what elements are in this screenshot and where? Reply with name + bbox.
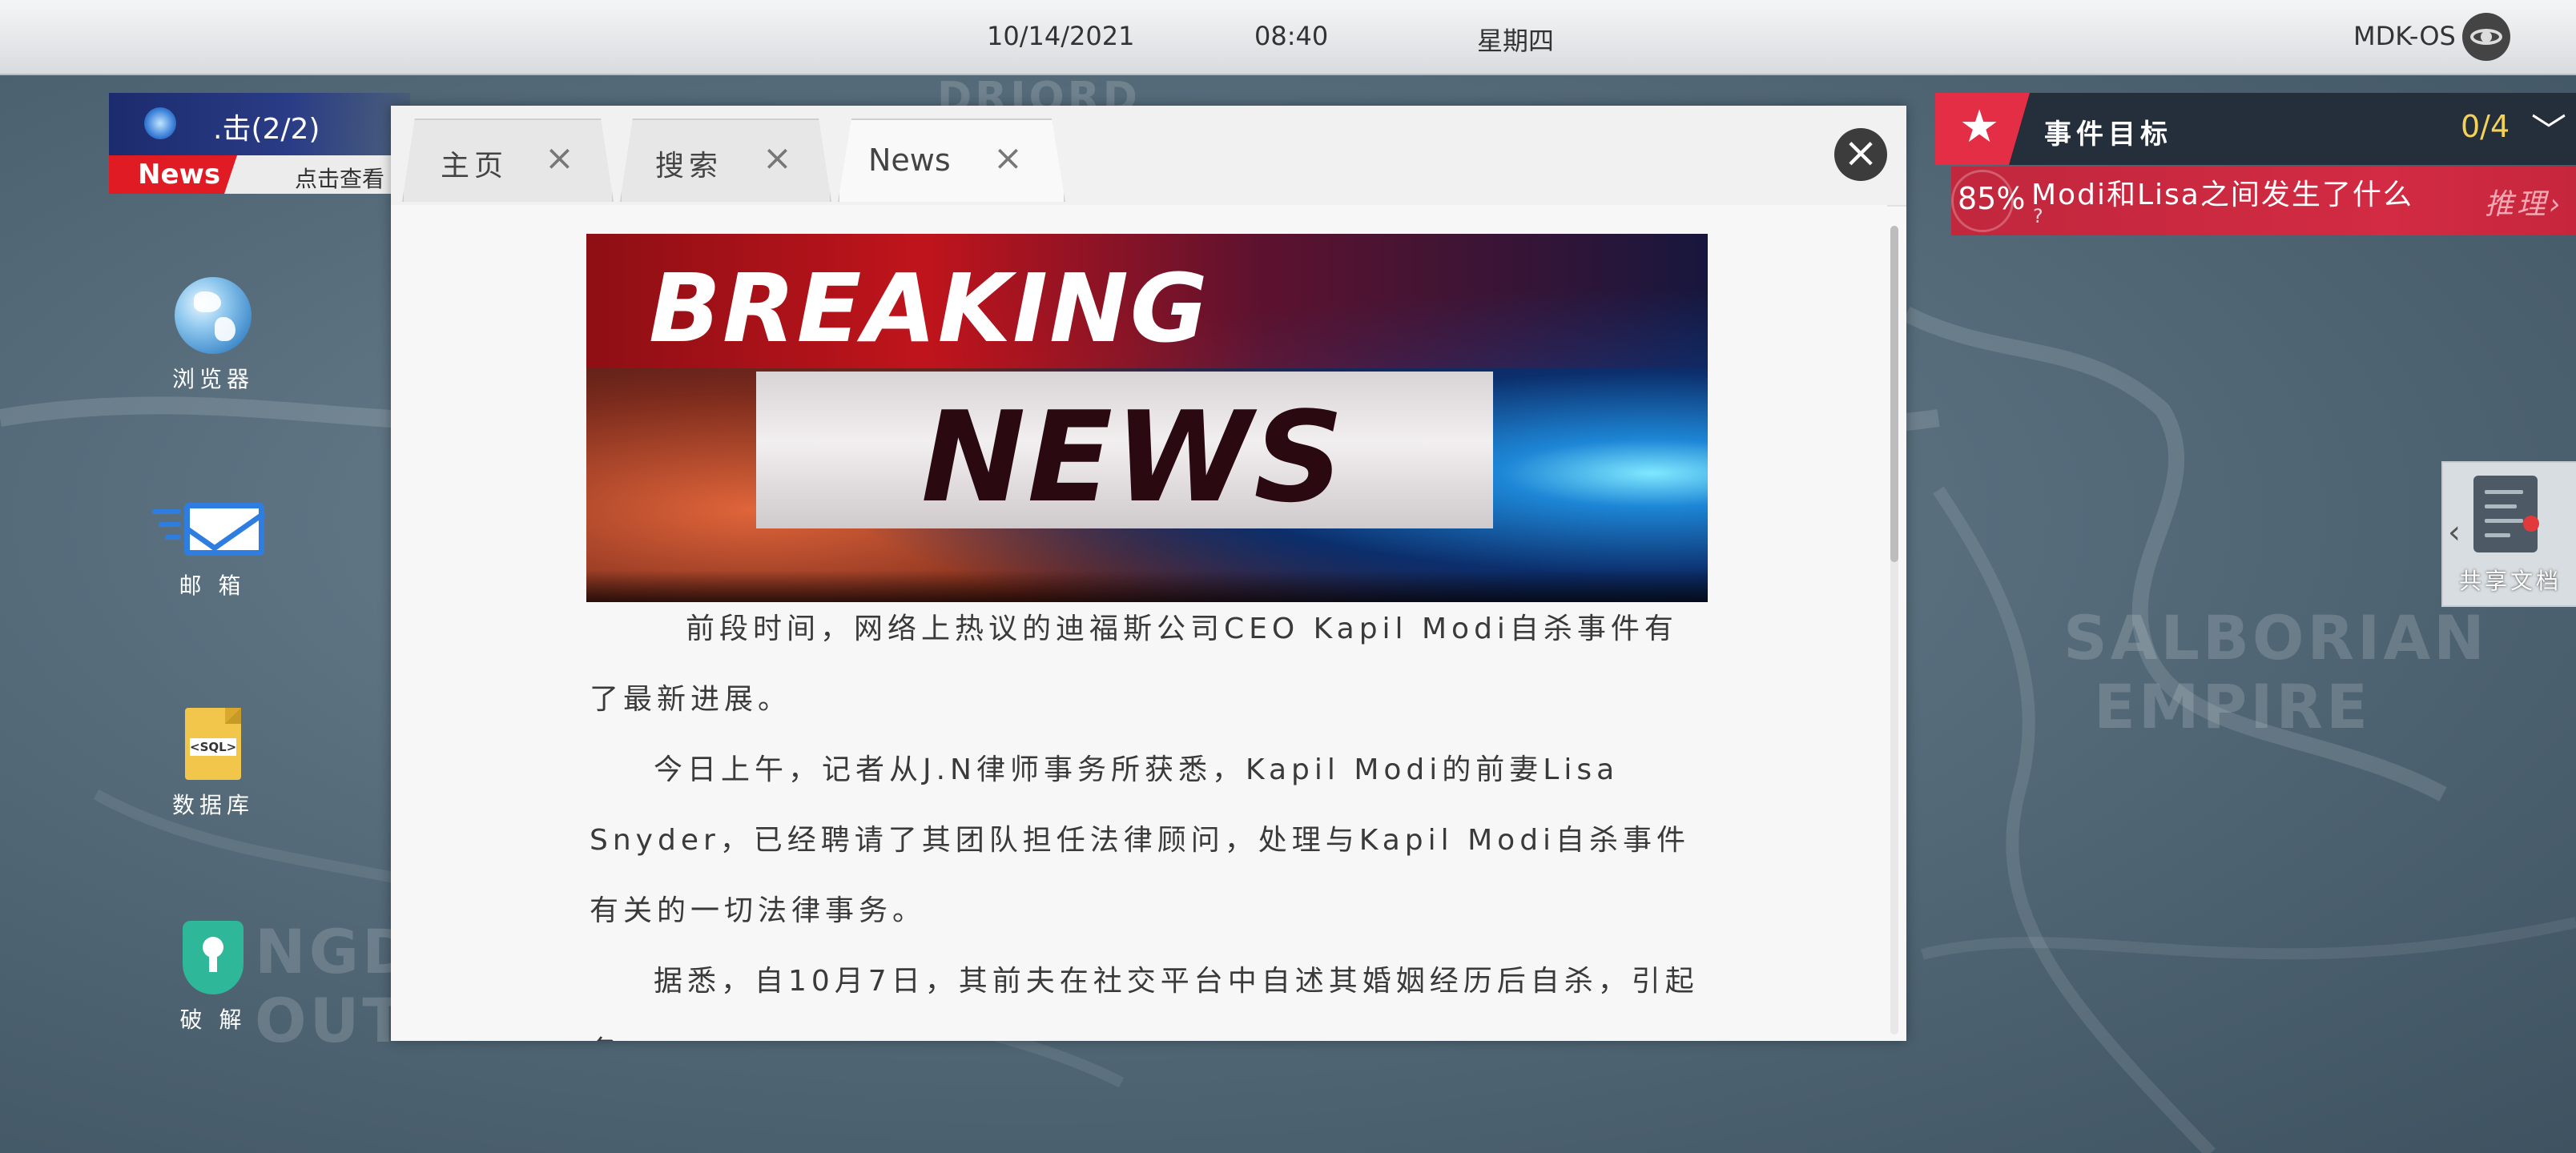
ticker-tag: News bbox=[109, 155, 237, 194]
close-window-button[interactable]: × bbox=[1834, 128, 1887, 181]
browser-window: 主页 × 搜索 × News × × BREAKING NEWS 前段时间，网络… bbox=[391, 106, 1906, 1041]
desktop-icon-label: 数据库 bbox=[171, 792, 254, 818]
article-paragraph-1: 前段时间，网络上热议的迪福斯公司CEO Kapil Modi自杀事件有了最新进展… bbox=[590, 613, 1678, 716]
breaking-news-banner: BREAKING NEWS bbox=[586, 234, 1708, 602]
document-icon bbox=[2473, 476, 2538, 552]
event-question: Modi和Lisa之间发生了什么 bbox=[2031, 179, 2413, 211]
mail-icon bbox=[152, 496, 272, 560]
event-target-header[interactable]: ★ 事件目标 0/4 ﹀ bbox=[1935, 93, 2576, 165]
chevron-down-icon[interactable]: ﹀ bbox=[2531, 102, 2566, 154]
desktop-icon-label: 浏览器 bbox=[171, 366, 254, 392]
event-target-count: 0/4 bbox=[2461, 109, 2510, 144]
chevron-left-icon[interactable]: ‹ bbox=[2448, 514, 2461, 551]
desktop-icon-crack[interactable]: 破 解 bbox=[157, 921, 269, 1034]
ticker-text: 点击查看 bbox=[295, 166, 385, 192]
os-eye-logo-icon[interactable] bbox=[2462, 13, 2510, 61]
desktop-icon-database[interactable]: <SQL> 数据库 bbox=[157, 708, 269, 820]
sql-file-icon: <SQL> bbox=[185, 708, 241, 780]
notification-dot-icon bbox=[2523, 516, 2539, 532]
banner-line-2: NEWS bbox=[921, 384, 1346, 530]
tab-label: 主页 bbox=[441, 150, 509, 183]
close-icon[interactable]: × bbox=[763, 138, 792, 179]
event-target-title: 事件目标 bbox=[2044, 119, 2172, 151]
star-icon: ★ bbox=[1935, 93, 2030, 165]
infer-button[interactable]: 推理› bbox=[2485, 181, 2563, 223]
tab-home[interactable]: 主页 × bbox=[402, 119, 614, 202]
ticker-title: .击(2/2) bbox=[213, 113, 320, 146]
ticker-header: .击(2/2) bbox=[109, 93, 410, 155]
scrollbar-thumb[interactable] bbox=[1890, 226, 1898, 562]
tab-label: 搜索 bbox=[655, 150, 723, 183]
globe-icon bbox=[175, 277, 252, 354]
system-topbar: 10/14/2021 08:40 星期四 MDK-OS bbox=[0, 0, 2576, 75]
event-target-panel: ★ 事件目标 0/4 ﹀ 85% Modi和Lisa之间发生了什么 ? 推理› bbox=[1935, 93, 2576, 235]
banner-line-1: BREAKING bbox=[649, 253, 1210, 364]
desktop-icon-browser[interactable]: 浏览器 bbox=[157, 277, 269, 394]
weekday-display: 星期四 bbox=[1477, 26, 1555, 56]
ticker-tag-label: News bbox=[138, 159, 221, 191]
tab-news[interactable]: News × bbox=[838, 119, 1065, 202]
shield-key-icon bbox=[183, 921, 244, 994]
os-name: MDK-OS bbox=[2353, 21, 2456, 51]
ticker-globe-icon bbox=[144, 107, 176, 139]
event-question-mark: ? bbox=[2033, 205, 2043, 227]
ticker-bar: News 点击查看 bbox=[109, 155, 410, 194]
close-icon[interactable]: × bbox=[545, 138, 574, 179]
event-target-item[interactable]: 85% Modi和Lisa之间发生了什么 ? 推理› bbox=[1951, 167, 2576, 235]
map-label-left-2: OUT bbox=[255, 985, 408, 1056]
event-progress: 85% bbox=[1958, 181, 2026, 216]
sql-tag: <SQL> bbox=[190, 738, 237, 756]
shared-document-label: 共享文档 bbox=[2459, 568, 2562, 594]
tab-label: News bbox=[868, 143, 951, 178]
article-paragraph-3: 据悉，自10月7日，其前夫在社交平台中自述其婚姻经历后自杀，引起各 bbox=[590, 965, 1699, 1041]
date-display: 10/14/2021 bbox=[987, 21, 1135, 51]
tab-bar: 主页 × 搜索 × News × × bbox=[391, 106, 1906, 207]
news-ticker[interactable]: .击(2/2) News 点击查看 bbox=[109, 93, 410, 197]
desktop-icon-mail[interactable]: 邮 箱 bbox=[152, 496, 272, 601]
desktop-icon-label: 破 解 bbox=[179, 1006, 247, 1033]
map-label-empire-2: EMPIRE bbox=[2094, 671, 2371, 742]
tab-search[interactable]: 搜索 × bbox=[620, 119, 831, 202]
close-icon[interactable]: × bbox=[993, 138, 1023, 179]
time-display: 08:40 bbox=[1254, 21, 1329, 51]
shared-document-panel[interactable]: ‹ 共享文档 bbox=[2441, 461, 2576, 607]
article-paragraph-2: 今日上午，记者从J.N律师事务所获悉，Kapil Modi的前妻Lisa Sny… bbox=[590, 753, 1691, 927]
desktop-icon-label: 邮 箱 bbox=[179, 572, 246, 599]
map-label-empire-1: SALBORIAN bbox=[2063, 602, 2488, 673]
